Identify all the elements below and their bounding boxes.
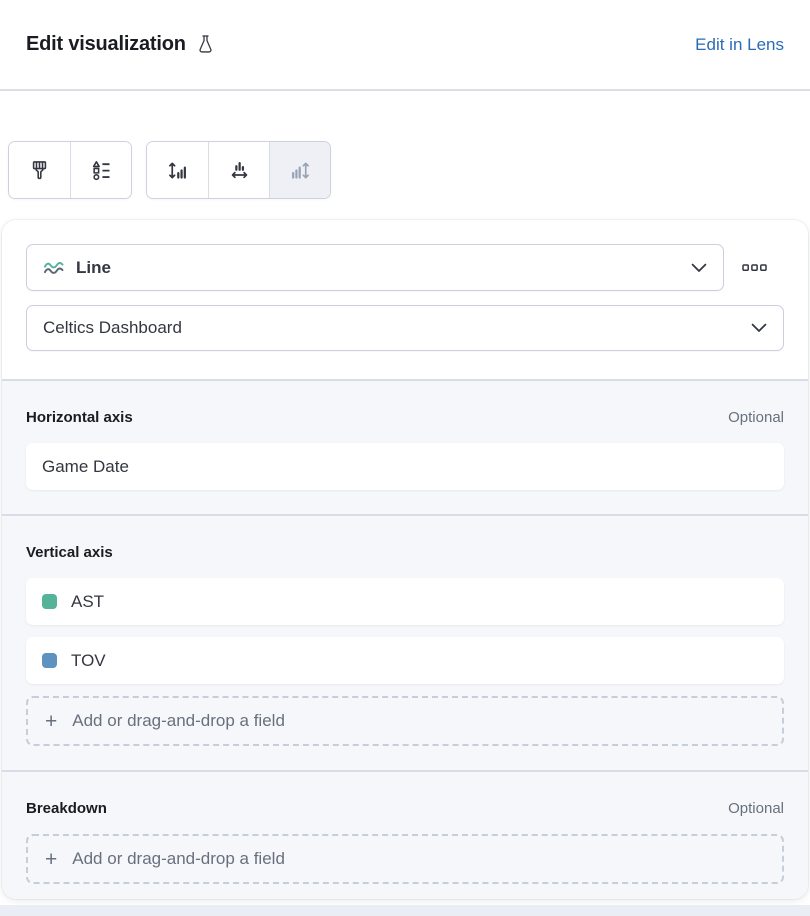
field-game-date[interactable]: Game Date	[26, 443, 784, 490]
chart-type-value: Line	[76, 258, 680, 278]
add-vertical-axis-field-button[interactable]: + Add or drag-and-drop a field	[26, 696, 784, 746]
vertical-axis-section: Vertical axis AST TOV + Add or drag-and-…	[2, 514, 808, 770]
vertical-axis-label: Vertical axis	[26, 544, 113, 561]
optional-badge: Optional	[728, 800, 784, 817]
chevron-down-icon	[751, 323, 767, 333]
horizontal-axis-button[interactable]	[208, 142, 269, 198]
panel-header: Edit visualization Edit in Lens	[0, 0, 810, 91]
toolbar	[8, 141, 810, 199]
add-breakdown-field-button[interactable]: + Add or drag-and-drop a field	[26, 834, 784, 884]
axis-left-icon	[167, 160, 188, 181]
field-label: AST	[71, 592, 104, 612]
breakdown-label: Breakdown	[26, 800, 107, 817]
series-color-swatch	[42, 653, 57, 668]
axis-right-icon	[290, 160, 311, 181]
line-chart-icon	[43, 257, 65, 279]
axis-bottom-icon	[229, 160, 250, 181]
axis-button-group	[146, 141, 331, 199]
legend-shapes-icon	[91, 160, 112, 181]
boxes-horizontal-icon	[742, 264, 767, 272]
dataset-select[interactable]: Celtics Dashboard	[26, 305, 784, 351]
optional-badge: Optional	[728, 409, 784, 426]
page-background-strip	[0, 905, 810, 916]
layer-options-button[interactable]	[724, 244, 784, 291]
breakdown-section: Breakdown Optional + Add or drag-and-dro…	[2, 770, 808, 899]
field-label: TOV	[71, 651, 106, 671]
chart-config-section: Line Celtics Dashboard	[2, 220, 808, 379]
horizontal-axis-section: Horizontal axis Optional Game Date	[2, 379, 808, 514]
style-button[interactable]	[9, 142, 70, 198]
field-label: Game Date	[42, 457, 129, 477]
edit-in-lens-link[interactable]: Edit in Lens	[695, 35, 784, 55]
series-color-swatch	[42, 594, 57, 609]
legend-button[interactable]	[70, 142, 131, 198]
dataset-value: Celtics Dashboard	[43, 318, 740, 338]
add-field-label: Add or drag-and-drop a field	[72, 711, 285, 731]
paintbrush-icon	[29, 160, 50, 181]
plus-icon: +	[45, 711, 57, 732]
page-title: Edit visualization	[26, 33, 186, 56]
add-field-label: Add or drag-and-drop a field	[72, 849, 285, 869]
appearance-button-group	[8, 141, 132, 199]
chart-type-select[interactable]: Line	[26, 244, 724, 291]
visualization-config-panel: Line Celtics Dashboard	[2, 220, 808, 899]
field-tov[interactable]: TOV	[26, 637, 784, 684]
plus-icon: +	[45, 849, 57, 870]
beaker-icon	[197, 34, 214, 55]
horizontal-axis-label: Horizontal axis	[26, 409, 133, 426]
vertical-axis-button[interactable]	[147, 142, 208, 198]
chevron-down-icon	[691, 263, 707, 273]
field-ast[interactable]: AST	[26, 578, 784, 625]
right-axis-button	[269, 142, 330, 198]
